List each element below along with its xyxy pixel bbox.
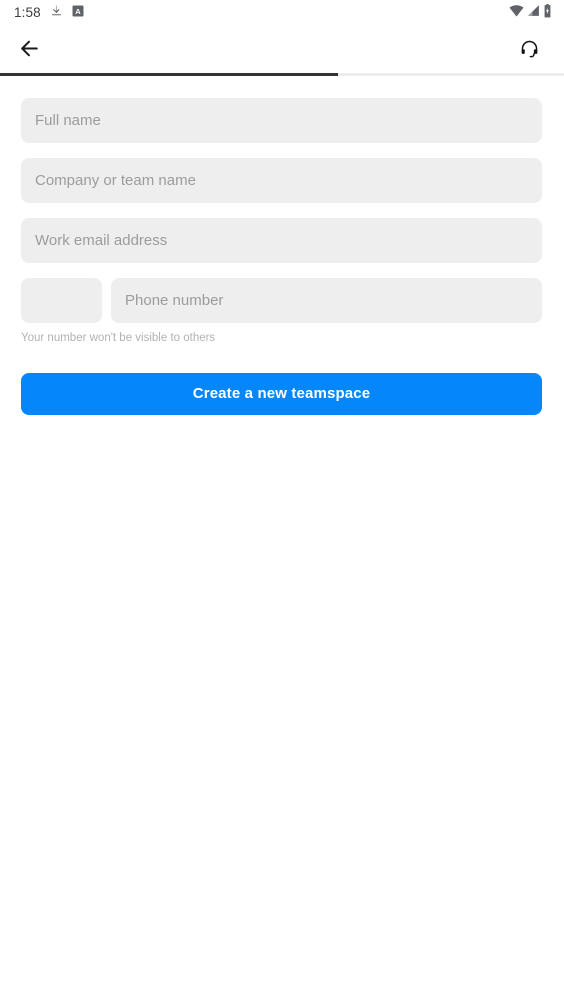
phone-number-input[interactable] <box>111 278 542 323</box>
app-screen: 1:58 A Full name Company or team name Wo… <box>0 0 564 1004</box>
onboarding-progress-fill <box>0 73 339 76</box>
signup-form: Your number won't be visible to others C… <box>0 76 564 415</box>
onboarding-progress-bar <box>0 73 564 76</box>
create-teamspace-button[interactable]: Create a new teamspace <box>21 372 542 415</box>
svg-text:A: A <box>75 7 81 16</box>
full-name-input[interactable] <box>21 98 542 143</box>
phone-privacy-helper-text: Your number won't be visible to others <box>21 332 216 344</box>
wifi-icon <box>509 4 524 22</box>
battery-icon <box>543 3 552 23</box>
back-button[interactable] <box>12 33 46 67</box>
company-name-input[interactable] <box>21 158 542 203</box>
headset-icon <box>519 38 540 62</box>
status-bar-right <box>509 3 552 23</box>
cellular-signal-icon <box>527 4 540 22</box>
status-bar: 1:58 A <box>0 0 564 26</box>
download-icon <box>50 4 63 22</box>
country-code-input[interactable] <box>21 278 102 323</box>
app-badge-a-icon: A <box>72 4 84 22</box>
phone-row <box>21 278 542 323</box>
back-arrow-icon <box>17 36 42 64</box>
work-email-input[interactable] <box>21 218 542 263</box>
app-bar <box>0 26 564 73</box>
status-bar-clock: 1:58 <box>14 5 41 21</box>
status-bar-left: 1:58 A <box>14 4 84 22</box>
support-headset-button[interactable] <box>512 33 546 67</box>
